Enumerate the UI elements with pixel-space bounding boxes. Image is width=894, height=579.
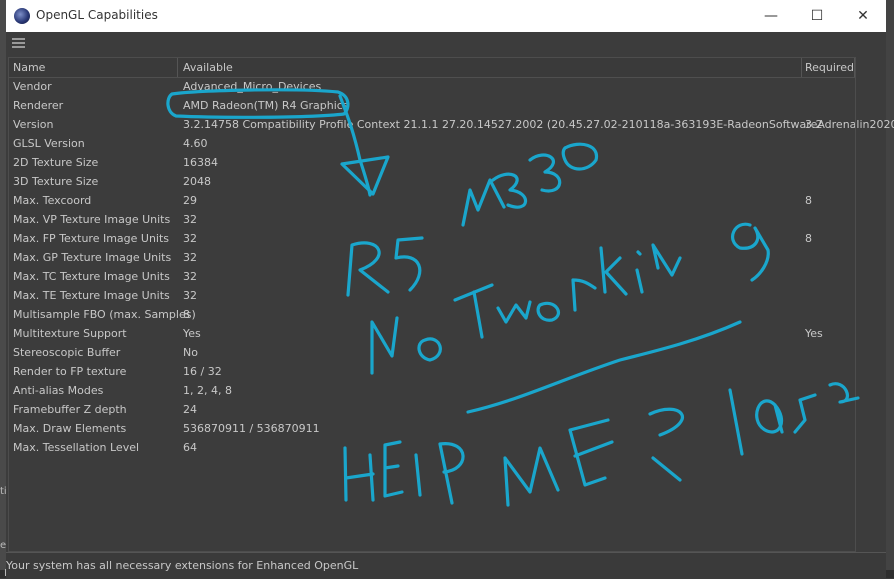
capability-name: Max. TE Texture Image Units xyxy=(13,289,170,302)
table-row[interactable]: Max. FP Texture Image Units 32 8 xyxy=(9,230,855,249)
table-row[interactable]: Framebuffer Z depth 24 xyxy=(9,401,855,420)
close-button[interactable]: ✕ xyxy=(840,0,886,32)
available-value: 32 xyxy=(183,232,197,245)
capability-name: Multisample FBO (max. Samples) xyxy=(13,308,196,321)
capability-name: Max. Texcoord xyxy=(13,194,92,207)
hamburger-menu-icon[interactable] xyxy=(12,38,25,49)
capability-name: 2D Texture Size xyxy=(13,156,99,169)
available-value: 32 xyxy=(183,251,197,264)
capability-name: GLSL Version xyxy=(13,137,85,150)
available-value: 8 xyxy=(183,308,190,321)
toolbar xyxy=(6,32,886,56)
table-row[interactable]: Max. TE Texture Image Units 32 xyxy=(9,287,855,306)
available-value: 29 xyxy=(183,194,197,207)
table-row[interactable]: Anti-alias Modes 1, 2, 4, 8 xyxy=(9,382,855,401)
table-row[interactable]: 3D Texture Size 2048 xyxy=(9,173,855,192)
available-value: Yes xyxy=(183,327,201,340)
table-row[interactable]: Stereoscopic Buffer No xyxy=(9,344,855,363)
available-value: 64 xyxy=(183,441,197,454)
status-bar: Your system has all necessary extensions… xyxy=(6,552,886,579)
capability-name: Renderer xyxy=(13,99,64,112)
available-value: 2048 xyxy=(183,175,211,188)
title-bar[interactable]: OpenGL Capabilities — ☐ ✕ xyxy=(6,0,886,32)
capability-name: Max. FP Texture Image Units xyxy=(13,232,170,245)
table-row[interactable]: 2D Texture Size 16384 xyxy=(9,154,855,173)
minimize-button[interactable]: — xyxy=(748,0,794,32)
table-row[interactable]: Max. Draw Elements 536870911 / 536870911 xyxy=(9,420,855,439)
table-row[interactable]: Max. VP Texture Image Units 32 xyxy=(9,211,855,230)
capability-name: Vendor xyxy=(13,80,52,93)
table-row[interactable]: Render to FP texture 16 / 32 xyxy=(9,363,855,382)
capability-name: 3D Texture Size xyxy=(13,175,99,188)
app-icon xyxy=(14,8,30,24)
available-value: 16384 xyxy=(183,156,218,169)
available-value: 1, 2, 4, 8 xyxy=(183,384,232,397)
available-value: Advanced_Micro_Devices xyxy=(183,80,322,93)
table-row[interactable]: Max. Texcoord 29 8 xyxy=(9,192,855,211)
close-icon: ✕ xyxy=(857,8,869,24)
available-value: 4.60 xyxy=(183,137,208,150)
available-value: 32 xyxy=(183,289,197,302)
background-app-right-panel xyxy=(886,0,894,578)
capability-name: Max. Tessellation Level xyxy=(13,441,140,454)
table-row[interactable]: Renderer AMD Radeon(TM) R4 Graphics xyxy=(9,97,855,116)
required-value: Yes xyxy=(805,327,823,340)
table-row[interactable]: GLSL Version 4.60 xyxy=(9,135,855,154)
capability-name: Max. TC Texture Image Units xyxy=(13,270,170,283)
column-header-required[interactable]: Required xyxy=(805,61,854,74)
capability-name: Render to FP texture xyxy=(13,365,127,378)
available-value: 536870911 / 536870911 xyxy=(183,422,320,435)
table-row[interactable]: Version 3.2.14758 Compatibility Profile C… xyxy=(9,116,894,135)
table-row[interactable]: Vendor Advanced_Micro_Devices xyxy=(9,78,855,97)
available-value: AMD Radeon(TM) R4 Graphics xyxy=(183,99,349,112)
capability-name: Version xyxy=(13,118,54,131)
status-text: Your system has all necessary extensions… xyxy=(6,559,359,572)
maximize-icon: ☐ xyxy=(810,8,824,24)
table-header: Name Available Required xyxy=(9,58,855,78)
table-row[interactable]: Multitexture Support Yes Yes xyxy=(9,325,855,344)
window-title: OpenGL Capabilities xyxy=(36,8,158,22)
available-value: 32 xyxy=(183,270,197,283)
available-value: 32 xyxy=(183,213,197,226)
opengl-capabilities-dialog: OpenGL Capabilities — ☐ ✕ Name Available… xyxy=(6,0,894,579)
capability-name: Max. Draw Elements xyxy=(13,422,127,435)
available-value: 16 / 32 xyxy=(183,365,222,378)
capabilities-table: Name Available Required Vendor Advanced_M… xyxy=(8,57,894,552)
column-header-available[interactable]: Available xyxy=(183,61,233,74)
capability-name: Stereoscopic Buffer xyxy=(13,346,121,359)
table-row[interactable]: Max. GP Texture Image Units 32 xyxy=(9,249,855,268)
column-header-name[interactable]: Name xyxy=(13,61,45,74)
right-empty-pane xyxy=(855,57,884,550)
capability-name: Max. VP Texture Image Units xyxy=(13,213,171,226)
table-row[interactable]: Multisample FBO (max. Samples) 8 xyxy=(9,306,855,325)
column-resize-handle[interactable] xyxy=(177,58,178,77)
required-value: 8 xyxy=(805,194,812,207)
capability-name: Framebuffer Z depth xyxy=(13,403,127,416)
column-resize-handle[interactable] xyxy=(801,58,802,77)
capability-name: Max. GP Texture Image Units xyxy=(13,251,172,264)
capability-name: Multitexture Support xyxy=(13,327,127,340)
required-value: 8 xyxy=(805,232,812,245)
maximize-button[interactable]: ☐ xyxy=(794,0,840,32)
available-value: 24 xyxy=(183,403,197,416)
table-row[interactable]: Max. TC Texture Image Units 32 xyxy=(9,268,855,287)
available-value: No xyxy=(183,346,198,359)
minimize-icon: — xyxy=(764,8,778,24)
required-value: 3.2 xyxy=(805,118,823,131)
available-value: 3.2.14758 Compatibility Profile Context … xyxy=(183,118,894,131)
capability-name: Anti-alias Modes xyxy=(13,384,104,397)
table-row[interactable]: Max. Tessellation Level 64 xyxy=(9,439,855,458)
